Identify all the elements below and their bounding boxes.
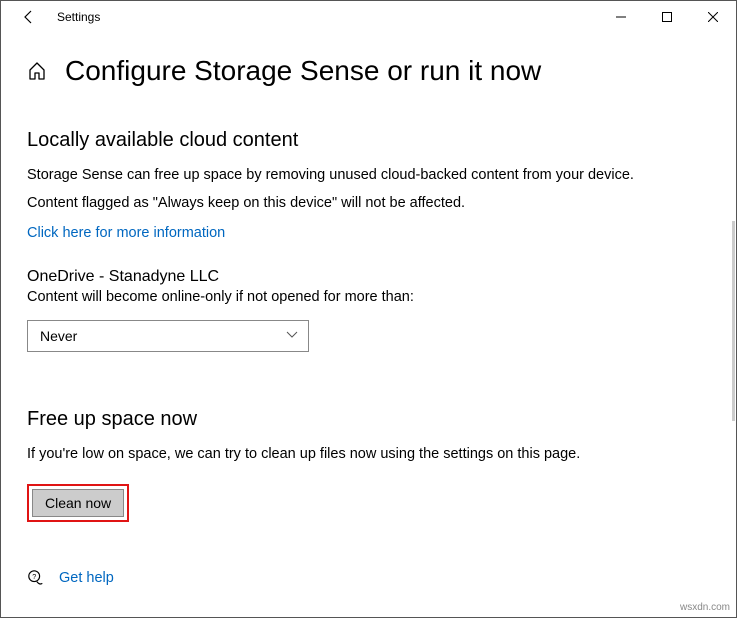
svg-text:?: ? xyxy=(32,572,36,581)
home-icon[interactable] xyxy=(27,61,47,81)
minimize-button[interactable] xyxy=(598,1,644,33)
back-button[interactable] xyxy=(9,1,49,33)
clean-now-button[interactable]: Clean now xyxy=(32,489,124,517)
cloud-description-2: Content flagged as "Always keep on this … xyxy=(27,194,710,214)
page-header: Configure Storage Sense or run it now xyxy=(1,33,736,93)
content-area: Locally available cloud content Storage … xyxy=(1,93,736,522)
more-info-link[interactable]: Click here for more information xyxy=(27,225,225,241)
chevron-down-icon xyxy=(286,330,298,342)
dropdown-value: Never xyxy=(40,328,77,344)
close-button[interactable] xyxy=(690,1,736,33)
page-title: Configure Storage Sense or run it now xyxy=(65,55,541,87)
onedrive-account-label: OneDrive - Stanadyne LLC xyxy=(27,268,710,286)
dropdown-caption: Content will become online-only if not o… xyxy=(27,288,710,308)
get-help-link[interactable]: Get help xyxy=(59,570,114,586)
free-up-space-section: Free up space now If you're low on space… xyxy=(27,408,710,523)
titlebar: Settings xyxy=(1,1,736,33)
app-name: Settings xyxy=(57,10,100,24)
scrollbar[interactable] xyxy=(732,221,735,421)
free-up-heading: Free up space now xyxy=(27,408,710,431)
cloud-content-heading: Locally available cloud content xyxy=(27,129,710,152)
watermark: wsxdn.com xyxy=(680,602,730,613)
window-controls xyxy=(598,1,736,33)
online-only-dropdown[interactable]: Never xyxy=(27,320,309,352)
free-up-description: If you're low on space, we can try to cl… xyxy=(27,445,710,465)
cloud-description-1: Storage Sense can free up space by remov… xyxy=(27,166,710,186)
clean-now-highlight: Clean now xyxy=(27,484,129,522)
help-icon: ? xyxy=(27,569,45,587)
help-row: ? Get help xyxy=(27,569,114,587)
maximize-button[interactable] xyxy=(644,1,690,33)
